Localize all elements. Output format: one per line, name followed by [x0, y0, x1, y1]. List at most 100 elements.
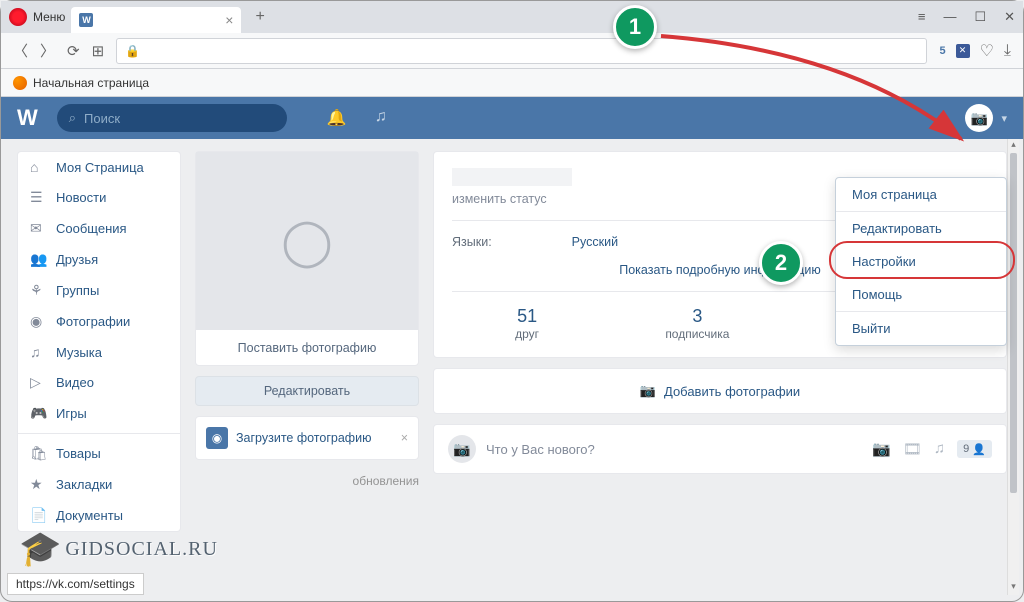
- news-icon: ☰: [30, 189, 46, 206]
- profile-name: [452, 168, 572, 186]
- profile-photo-card: ◯ Поставить фотографию: [195, 151, 419, 366]
- search-placeholder: Поиск: [84, 111, 120, 126]
- sidebar-item-label: Документы: [56, 508, 123, 523]
- stat-number: 51: [515, 306, 539, 327]
- dd-help[interactable]: Помощь: [836, 278, 1006, 311]
- add-photos-button[interactable]: 📷 Добавить фотографии: [433, 368, 1007, 414]
- scroll-down-icon[interactable]: ▾: [1008, 581, 1019, 595]
- music-icon[interactable]: ♫: [375, 108, 387, 128]
- chevron-down-icon[interactable]: ▾: [1001, 112, 1007, 125]
- reload-button[interactable]: ⟳: [67, 42, 80, 60]
- photo-placeholder[interactable]: ◯: [196, 152, 418, 330]
- forward-button[interactable]: 〉: [40, 40, 55, 61]
- lang-value[interactable]: Русский: [572, 235, 618, 249]
- photos-icon: ◉: [30, 313, 46, 330]
- customize-icon[interactable]: ≡: [918, 9, 926, 25]
- sidebar-item-messages[interactable]: ✉Сообщения: [18, 213, 180, 244]
- dd-edit[interactable]: Редактировать: [836, 212, 1006, 245]
- minimize-icon[interactable]: —: [943, 9, 956, 25]
- person-icon: 👤: [972, 443, 986, 456]
- new-tab-button[interactable]: +: [255, 8, 264, 26]
- dd-settings[interactable]: Настройки: [836, 245, 1006, 278]
- attach-photo-icon[interactable]: 📷: [872, 440, 891, 458]
- groups-icon: ⚘: [30, 282, 46, 299]
- update-time-label: обновления: [195, 470, 419, 492]
- heart-icon[interactable]: ♡: [980, 41, 994, 61]
- close-icon[interactable]: ×: [401, 431, 408, 445]
- window-close-icon[interactable]: ✕: [1004, 9, 1015, 25]
- dd-my-page[interactable]: Моя страница: [836, 178, 1006, 211]
- attach-video-icon[interactable]: 🎞: [903, 440, 922, 458]
- firefox-icon: [13, 76, 27, 90]
- set-photo-link[interactable]: Поставить фотографию: [196, 331, 418, 365]
- back-button[interactable]: 〈: [13, 40, 28, 61]
- market-icon: 🛍: [30, 445, 46, 462]
- wall-badge[interactable]: 9👤: [957, 440, 992, 458]
- stat-friends[interactable]: 51друг: [515, 306, 539, 341]
- bookmark-start-page[interactable]: Начальная страница: [33, 76, 149, 90]
- wall-placeholder: Что у Вас нового?: [486, 442, 862, 457]
- vk-header: W ⌕ Поиск 🔔 ♫ 📷 ▾: [1, 97, 1023, 139]
- speed-dial-icon[interactable]: ⊞: [92, 42, 105, 60]
- stat-label: друг: [515, 327, 539, 341]
- sidebar-item-bookmarks[interactable]: ★Закладки: [18, 469, 180, 500]
- edit-button[interactable]: Редактировать: [195, 376, 419, 406]
- upload-notice-label: Загрузите фотографию: [236, 431, 371, 445]
- shield-icon[interactable]: ✕: [956, 44, 970, 58]
- download-icon[interactable]: ⤓: [1004, 42, 1011, 60]
- sidebar-item-my-page[interactable]: ⌂Моя Страница: [18, 152, 180, 182]
- lock-icon: 🔒: [125, 44, 140, 58]
- opera-icon: [9, 8, 27, 26]
- annotation-badge-2: 2: [759, 241, 803, 285]
- browser-menu-label[interactable]: Меню: [33, 10, 65, 24]
- sidebar-item-label: Музыка: [56, 345, 102, 360]
- sidebar-item-games[interactable]: 🎮Игры: [18, 398, 180, 429]
- scroll-up-icon[interactable]: ▴: [1008, 139, 1019, 153]
- messages-icon: ✉: [30, 220, 46, 237]
- sidebar-item-label: Товары: [56, 446, 101, 461]
- wall-avatar: 📷: [448, 435, 476, 463]
- sidebar-item-label: Фотографии: [56, 314, 130, 329]
- stat-followers[interactable]: 3подписчика: [665, 306, 729, 341]
- attach-music-icon[interactable]: ♫: [934, 440, 945, 458]
- sidebar-item-music[interactable]: ♫Музыка: [18, 337, 180, 367]
- maximize-icon[interactable]: ☐: [974, 9, 986, 25]
- user-dropdown-menu: Моя страница Редактировать Настройки Пом…: [835, 177, 1007, 346]
- watermark: 🎓 GIDSOCIAL.RU: [19, 529, 218, 569]
- sidebar-item-friends[interactable]: 👥Друзья: [18, 244, 180, 275]
- video-icon: ▷: [30, 374, 46, 391]
- search-icon: ⌕: [69, 110, 76, 126]
- browser-nav-bar: 〈 〉 ⟳ ⊞ 🔒 5 ✕ ♡ ⤓: [1, 33, 1023, 69]
- scrollbar[interactable]: ▴ ▾: [1007, 139, 1019, 595]
- vk-logo[interactable]: W: [17, 105, 37, 131]
- sidebar-item-news[interactable]: ☰Новости: [18, 182, 180, 213]
- camera-icon: 📷: [640, 383, 656, 399]
- browser-tab[interactable]: W ×: [71, 7, 241, 33]
- badge-count: 5: [939, 45, 945, 57]
- sidebar-item-label: Закладки: [56, 477, 112, 492]
- header-avatar[interactable]: 📷: [965, 104, 993, 132]
- annotation-badge-1: 1: [613, 5, 657, 49]
- search-input[interactable]: ⌕ Поиск: [57, 104, 287, 132]
- scroll-thumb[interactable]: [1010, 153, 1017, 493]
- sidebar-item-groups[interactable]: ⚘Группы: [18, 275, 180, 306]
- address-bar[interactable]: 🔒: [116, 38, 927, 64]
- wall-post-input[interactable]: 📷 Что у Вас нового? 📷 🎞 ♫ 9👤: [433, 424, 1007, 474]
- stat-number: 3: [665, 306, 729, 327]
- notifications-icon[interactable]: 🔔: [327, 108, 347, 128]
- sidebar-item-photos[interactable]: ◉ Фотографии: [18, 306, 180, 337]
- browser-status-bar: https://vk.com/settings: [7, 573, 144, 595]
- friends-icon: 👥: [30, 251, 46, 268]
- tab-close-icon[interactable]: ×: [225, 12, 233, 28]
- upload-photo-notice[interactable]: ◉ Загрузите фотографию ×: [195, 416, 419, 460]
- sidebar-item-label: Моя Страница: [56, 160, 144, 175]
- sidebar-item-video[interactable]: ▷Видео: [18, 367, 180, 398]
- lang-label: Языки:: [452, 235, 492, 249]
- sidebar-item-market[interactable]: 🛍 Товары: [18, 438, 180, 469]
- sidebar-item-documents[interactable]: 📄 Документы: [18, 500, 180, 531]
- games-icon: 🎮: [30, 405, 46, 422]
- dd-logout[interactable]: Выйти: [836, 312, 1006, 345]
- documents-icon: 📄: [30, 507, 46, 524]
- stat-label: подписчика: [665, 327, 729, 341]
- vk-favicon: W: [79, 13, 93, 27]
